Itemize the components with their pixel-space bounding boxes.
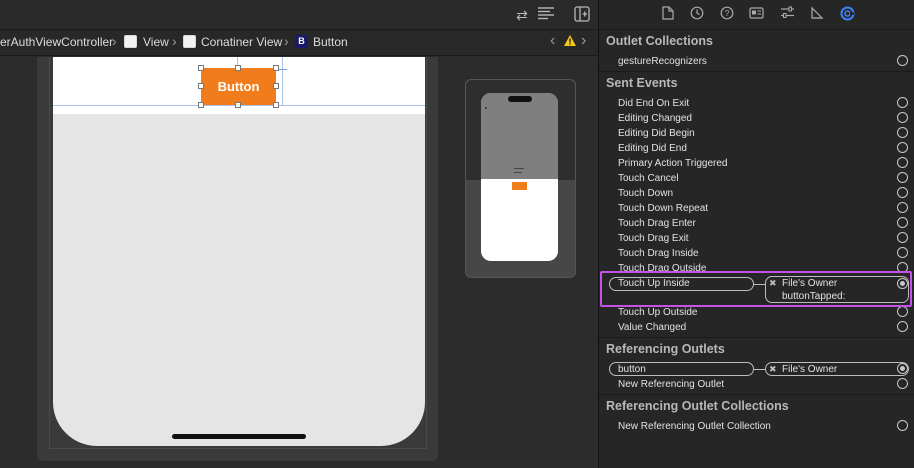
device-screen[interactable] bbox=[53, 57, 425, 446]
connection-circle[interactable] bbox=[897, 232, 908, 243]
chevron-right-icon: › bbox=[172, 33, 177, 49]
selected-button[interactable]: Button bbox=[201, 68, 276, 105]
view-icon bbox=[124, 35, 137, 48]
add-editor-icon[interactable] bbox=[573, 6, 591, 24]
resize-handle[interactable] bbox=[198, 65, 204, 71]
resize-handle[interactable] bbox=[235, 65, 241, 71]
identity-icon[interactable] bbox=[748, 6, 764, 24]
minimap-text bbox=[514, 168, 524, 169]
breadcrumb-item-button[interactable]: Button bbox=[313, 35, 348, 49]
view-icon bbox=[183, 35, 196, 48]
minimap-top-area bbox=[481, 93, 558, 179]
event-primary-action-triggered: Primary Action Triggered bbox=[618, 158, 728, 169]
resize-handle[interactable] bbox=[273, 102, 279, 108]
inspector-tabs: ? bbox=[599, 0, 914, 30]
section-title-referencing-outlet-collections: Referencing Outlet Collections bbox=[606, 399, 789, 413]
section-title-referencing-outlets: Referencing Outlets bbox=[606, 342, 725, 356]
chevron-left-icon[interactable]: ‹ bbox=[550, 32, 555, 50]
size-icon[interactable] bbox=[809, 6, 825, 24]
lines-icon[interactable] bbox=[537, 6, 555, 24]
connection-circle[interactable] bbox=[897, 157, 908, 168]
connection-circle[interactable] bbox=[897, 187, 908, 198]
highlight-box bbox=[600, 271, 912, 307]
event-value-changed: Value Changed bbox=[618, 322, 687, 333]
resize-handle[interactable] bbox=[198, 83, 204, 89]
home-indicator bbox=[172, 434, 306, 439]
warning-icon[interactable] bbox=[563, 34, 577, 52]
resize-handle[interactable] bbox=[235, 102, 241, 108]
attributes-icon[interactable] bbox=[779, 6, 795, 24]
minimap-text bbox=[514, 172, 522, 173]
close-icon[interactable]: ✖ bbox=[769, 364, 777, 375]
breadcrumb-item-container-view[interactable]: Conatiner View bbox=[201, 35, 282, 49]
interface-builder-area: ⇄ erAuthViewController › View › Conatine… bbox=[0, 0, 598, 468]
minimap-notch bbox=[508, 96, 532, 102]
minimap[interactable] bbox=[465, 79, 576, 278]
outlet-gesture-recognizers: gestureRecognizers bbox=[618, 56, 707, 67]
new-referencing-outlet: New Referencing Outlet bbox=[618, 379, 725, 390]
help-icon[interactable]: ? bbox=[719, 6, 735, 24]
event-editing-did-begin: Editing Did Begin bbox=[618, 128, 695, 139]
connection-circle[interactable] bbox=[897, 217, 908, 228]
connections-icon[interactable] bbox=[839, 6, 855, 24]
connection-circle[interactable] bbox=[897, 202, 908, 213]
connection-circle[interactable] bbox=[897, 112, 908, 123]
connection-circle[interactable] bbox=[897, 172, 908, 183]
section-title-sent-events: Sent Events bbox=[606, 76, 678, 90]
divider bbox=[599, 394, 914, 395]
breadcrumb-item-view[interactable]: View bbox=[143, 35, 169, 49]
event-editing-changed: Editing Changed bbox=[618, 113, 692, 124]
chevron-right-icon[interactable]: › bbox=[581, 32, 586, 50]
breadcrumb-item-controller[interactable]: erAuthViewController bbox=[0, 35, 113, 49]
outlet-target: File's Owner bbox=[782, 364, 838, 375]
connection-circle[interactable] bbox=[897, 127, 908, 138]
event-touch-drag-inside: Touch Drag Inside bbox=[618, 248, 699, 259]
button-type-icon: B bbox=[295, 35, 308, 48]
resize-handle[interactable] bbox=[273, 65, 279, 71]
swap-arrows-icon[interactable]: ⇄ bbox=[513, 6, 531, 24]
minimap-dot bbox=[485, 107, 487, 109]
connection-circle[interactable] bbox=[897, 97, 908, 108]
event-touch-down-repeat: Touch Down Repeat bbox=[618, 203, 709, 214]
connections-inspector: ? Outlet Collections gestureRecognizers … bbox=[598, 0, 914, 468]
divider bbox=[599, 71, 914, 72]
xcode-window: ⇄ erAuthViewController › View › Conatine… bbox=[0, 0, 914, 468]
connection-circle[interactable] bbox=[897, 378, 908, 389]
divider bbox=[599, 337, 914, 338]
connection-circle[interactable] bbox=[897, 142, 908, 153]
connection-circle[interactable] bbox=[897, 321, 908, 332]
new-referencing-outlet-collection: New Referencing Outlet Collection bbox=[618, 421, 771, 432]
event-touch-drag-exit: Touch Drag Exit bbox=[618, 233, 689, 244]
event-editing-did-end: Editing Did End bbox=[618, 143, 687, 154]
chevron-right-icon: › bbox=[112, 33, 117, 49]
event-touch-down: Touch Down bbox=[618, 188, 674, 199]
breadcrumb: erAuthViewController › View › Conatiner … bbox=[0, 30, 598, 56]
outlet-button: button bbox=[618, 364, 646, 375]
svg-text:?: ? bbox=[725, 8, 730, 18]
section-title-outlet-collections: Outlet Collections bbox=[606, 34, 713, 48]
chevron-right-icon: › bbox=[284, 33, 289, 49]
connection-circle[interactable] bbox=[897, 55, 908, 66]
layout-guide-vertical bbox=[282, 57, 283, 106]
connection-circle[interactable] bbox=[897, 420, 908, 431]
resize-handle[interactable] bbox=[273, 83, 279, 89]
event-touch-up-outside: Touch Up Outside bbox=[618, 307, 698, 318]
event-touch-drag-enter: Touch Drag Enter bbox=[618, 218, 696, 229]
event-touch-cancel: Touch Cancel bbox=[618, 173, 679, 184]
editor-toolbar: ⇄ bbox=[0, 0, 598, 30]
connection-circle[interactable] bbox=[897, 247, 908, 258]
file-icon[interactable] bbox=[660, 6, 676, 24]
event-did-end-on-exit: Did End On Exit bbox=[618, 98, 690, 109]
connection-circle[interactable] bbox=[897, 306, 908, 317]
connector-line bbox=[754, 369, 765, 370]
minimap-button bbox=[512, 182, 527, 190]
history-icon[interactable] bbox=[689, 6, 705, 24]
connection-circle-filled[interactable] bbox=[897, 363, 908, 374]
minimap-device bbox=[481, 93, 558, 261]
resize-handle[interactable] bbox=[198, 102, 204, 108]
